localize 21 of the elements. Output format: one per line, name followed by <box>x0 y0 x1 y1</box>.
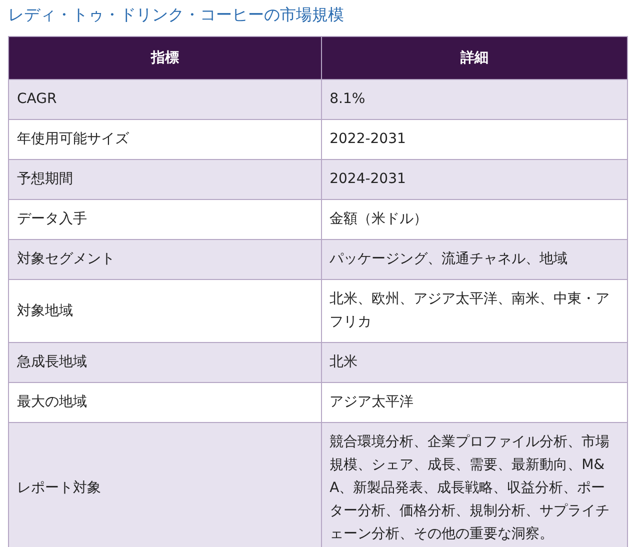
table-cell: 北米、欧州、アジア太平洋、南米、中東・アフリカ <box>321 280 628 342</box>
table-cell: 予想期間 <box>8 160 322 200</box>
column-header: 指標 <box>8 36 322 80</box>
table-cell: 2022-2031 <box>321 120 628 160</box>
table-cell: 急成長地域 <box>8 342 322 382</box>
table-cell: 最大の地域 <box>8 382 322 422</box>
table-cell: 対象地域 <box>8 280 322 342</box>
table-cell: アジア太平洋 <box>321 382 628 422</box>
column-header: 詳細 <box>321 36 628 80</box>
table-cell: レポート対象 <box>8 422 322 547</box>
table-cell: データ入手 <box>8 200 322 240</box>
table-cell: 金額（米ドル） <box>321 200 628 240</box>
page-title: レディ・トゥ・ドリンク・コーヒーの市場規模 <box>8 4 345 26</box>
table-cell: パッケージング、流通チャネル、地域 <box>321 240 628 280</box>
table-cell: 2024-2031 <box>321 160 628 200</box>
table-cell: CAGR <box>8 80 322 120</box>
table-cell: 年使用可能サイズ <box>8 120 322 160</box>
table-cell: 競合環境分析、企業プロファイル分析、市場規模、シェア、成長、需要、最新動向、M&A、新製品発表、成長戦略、収益分析、ポーター分析、価格分析、規制分析、サプライチェーン分析、その他の重要な洞察。 <box>321 422 628 547</box>
table-cell: 対象セグメント <box>8 240 322 280</box>
table-cell: 8.1% <box>321 80 628 120</box>
table-cell: 北米 <box>321 342 628 382</box>
